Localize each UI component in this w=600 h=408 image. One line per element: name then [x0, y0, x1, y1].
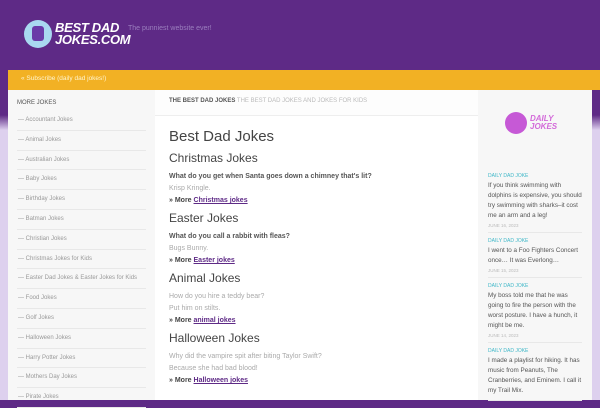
- daily-joke-label[interactable]: DAILY DAD JOKE: [488, 283, 582, 289]
- sidebar-title: MORE JOKES: [17, 100, 57, 106]
- monster-logo-icon: [24, 20, 52, 48]
- joke-answer: Bugs Bunny.: [169, 245, 209, 252]
- daily-joke-date: JUNE 16, 2023: [488, 223, 519, 228]
- daily-joke-text: If you think swimming with dolphins is e…: [488, 182, 582, 219]
- joke-section: Halloween Jokes Why did the vampire spit …: [169, 331, 464, 387]
- joke-section: Christmas Jokes What do you get when Sant…: [169, 151, 464, 207]
- more-jokes-link[interactable]: Easter jokes: [194, 257, 235, 264]
- monster-face-icon: [505, 112, 527, 134]
- daily-joke-label[interactable]: DAILY DAD JOKE: [488, 173, 582, 179]
- daily-joke-text: My boss told me that he was going to fir…: [488, 292, 578, 329]
- joke-section: Animal Jokes How do you hire a teddy bear…: [169, 271, 464, 327]
- more-jokes-link[interactable]: Christmas jokes: [194, 197, 248, 204]
- section-heading: Halloween Jokes: [169, 331, 260, 345]
- more-link-row: » More Christmas jokes: [169, 197, 248, 204]
- sidebar-item[interactable]: — Pirate Jokes: [17, 388, 146, 408]
- more-link-row: » More animal jokes: [169, 317, 236, 324]
- joke-answer: Because she had bad blood!: [169, 365, 258, 372]
- joke-answer: Krisp Kringle.: [169, 185, 211, 192]
- sidebar-item[interactable]: — Halloween Jokes: [17, 329, 146, 349]
- joke-question: Why did the vampire spit after biting Ta…: [169, 353, 322, 360]
- breadcrumb-current: THE BEST DAD JOKES AND JOKES FOR KIDS: [236, 98, 368, 104]
- site-logo[interactable]: BEST DAD JOKES.COM: [24, 20, 131, 48]
- daily-joke-date: JUNE 14, 2023: [488, 333, 519, 338]
- section-heading: Easter Jokes: [169, 211, 239, 225]
- joke-question: What do you call a rabbit with fleas?: [169, 233, 290, 240]
- main-content: THE BEST DAD JOKES THE BEST DAD JOKES AN…: [155, 90, 478, 400]
- tagline: The punniest website ever!: [128, 25, 212, 32]
- subscribe-link[interactable]: « Subscribe (daily dad jokes!): [21, 75, 106, 82]
- daily-joke-text: I made a playlist for hiking. It has mus…: [488, 357, 582, 394]
- daily-joke-date: JUNE 15, 2023: [488, 268, 519, 273]
- more-jokes-link[interactable]: animal jokes: [194, 317, 236, 324]
- section-heading: Animal Jokes: [169, 271, 241, 285]
- joke-answer: Put him on stilts.: [169, 305, 221, 312]
- daily-joke-label[interactable]: DAILY DAD JOKE: [488, 348, 582, 354]
- daily-joke: DAILY DAD JOKE I went to a Foo Fighters C…: [488, 233, 582, 278]
- sidebar-item[interactable]: — Baby Jokes: [17, 170, 146, 191]
- sidebar-item[interactable]: — Easter Dad Jokes & Easter Jokes for Ki…: [17, 269, 146, 290]
- joke-question: How do you hire a teddy bear?: [169, 293, 265, 300]
- joke-section: Easter Jokes What do you call a rabbit wi…: [169, 211, 464, 267]
- daily-joke: DAILY DAD JOKE If you think swimming with…: [488, 168, 582, 233]
- breadcrumb-home[interactable]: THE BEST DAD JOKES: [169, 98, 235, 104]
- more-link-row: » More Halloween jokes: [169, 377, 248, 384]
- sidebar-item[interactable]: — Accountant Jokes: [17, 111, 146, 131]
- daily-jokes-sidebar: DAILY JOKES DAILY DAD JOKE If you think sw…: [478, 90, 592, 401]
- section-heading: Christmas Jokes: [169, 151, 258, 165]
- daily-joke-text: I went to a Foo Fighters Concert once… I…: [488, 247, 578, 264]
- subscribe-bar: « Subscribe (daily dad jokes!): [8, 70, 600, 90]
- sidebar-item[interactable]: — Australian Jokes: [17, 151, 146, 171]
- sidebar-item[interactable]: — Animal Jokes: [17, 131, 146, 151]
- sidebar-item[interactable]: — Christmas Jokes for Kids: [17, 250, 146, 270]
- sidebar-item[interactable]: — Mothers Day Jokes: [17, 368, 146, 389]
- more-jokes-sidebar: MORE JOKES — Accountant Jokes — Animal Jo…: [8, 90, 155, 408]
- breadcrumb: THE BEST DAD JOKES THE BEST DAD JOKES AN…: [155, 90, 478, 116]
- sidebar-item[interactable]: — Golf Jokes: [17, 309, 146, 329]
- page-title: Best Dad Jokes: [169, 128, 275, 145]
- more-jokes-link[interactable]: Halloween jokes: [194, 377, 248, 384]
- daily-joke-label[interactable]: DAILY DAD JOKE: [488, 238, 582, 244]
- sidebar-item[interactable]: — Birthday Jokes: [17, 190, 146, 210]
- sidebar-item[interactable]: — Batman Jokes: [17, 210, 146, 230]
- site-header: BEST DAD JOKES.COM The punniest website e…: [0, 0, 600, 68]
- daily-joke: DAILY DAD JOKE I made a playlist for hiki…: [488, 343, 582, 401]
- joke-question: What do you get when Santa goes down a c…: [169, 173, 372, 180]
- sidebar-item[interactable]: — Harry Potter Jokes: [17, 349, 146, 369]
- sidebar-item[interactable]: — Food Jokes: [17, 289, 146, 309]
- daily-jokes-logo: DAILY JOKES: [505, 108, 565, 138]
- sidebar-item[interactable]: — Christian Jokes: [17, 230, 146, 250]
- more-link-row: » More Easter jokes: [169, 257, 235, 264]
- daily-joke: DAILY DAD JOKE My boss told me that he wa…: [488, 278, 582, 343]
